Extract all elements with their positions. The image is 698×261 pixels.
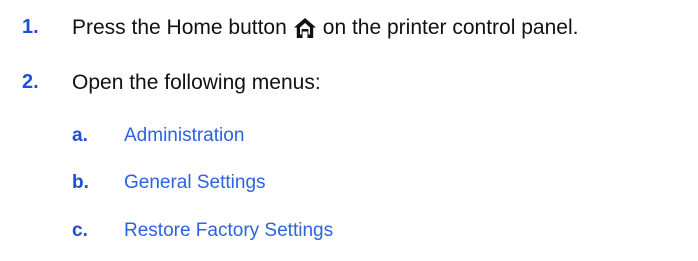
menu-link-general-settings[interactable]: General Settings <box>124 172 266 194</box>
menu-link-administration[interactable]: Administration <box>124 125 244 147</box>
step-number: 1. <box>22 16 39 38</box>
substep-letter: a. <box>72 125 88 146</box>
step-number: 2. <box>22 71 39 93</box>
step-text: Open the following menus: <box>72 71 321 94</box>
step-text-after: on the printer control panel. <box>322 16 579 39</box>
substep-letter: c. <box>72 220 88 241</box>
step-text: Press the Home button on the printer con… <box>72 16 578 40</box>
menu-link-restore-factory-settings[interactable]: Restore Factory Settings <box>124 220 333 242</box>
home-icon <box>293 17 317 39</box>
step-text-before: Press the Home button <box>72 16 287 39</box>
substep-letter: b. <box>72 172 89 193</box>
